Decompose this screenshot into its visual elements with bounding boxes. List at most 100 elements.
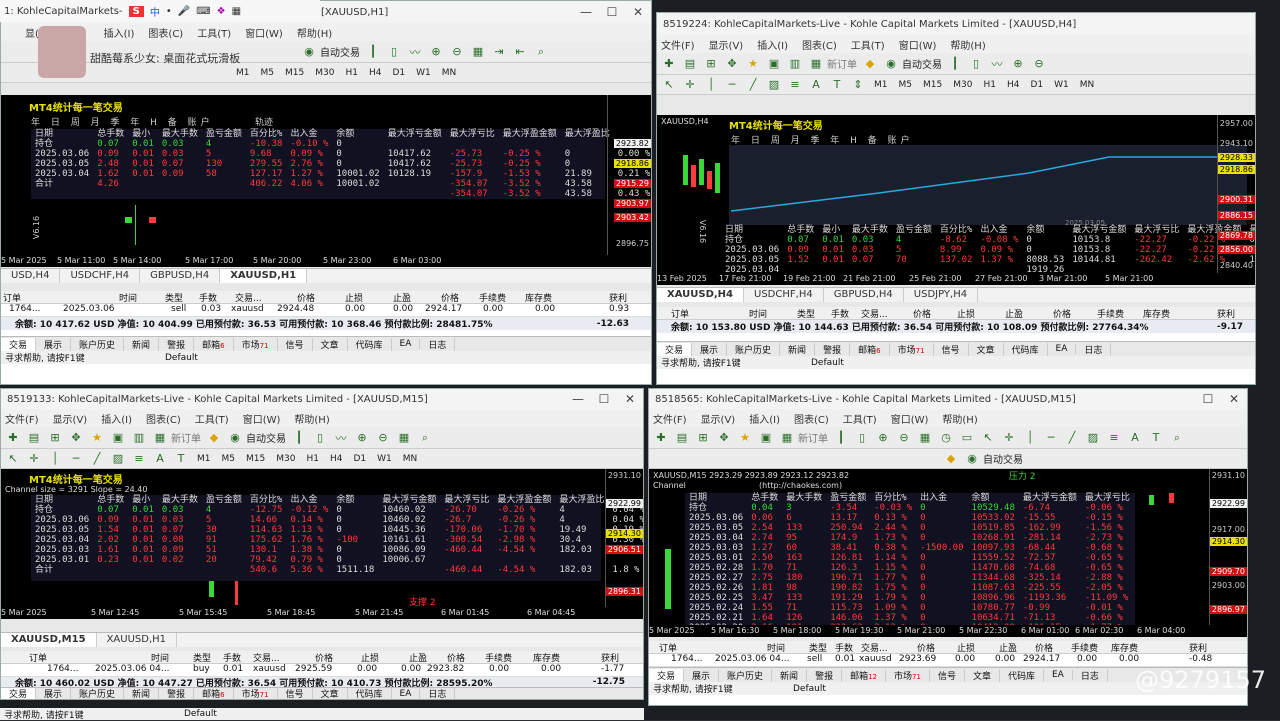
tab-articles[interactable]: 文章 <box>313 337 348 351</box>
line-chart-icon[interactable]: 〰 <box>407 44 423 60</box>
tab-journal[interactable]: 日志 <box>1073 668 1108 682</box>
menu-item[interactable]: 工具(T) <box>197 25 231 40</box>
new-chart-icon[interactable]: ✚ <box>5 430 21 446</box>
tab-exposure[interactable]: 展示 <box>36 688 72 699</box>
terminal-icon[interactable]: ▣ <box>110 430 126 446</box>
tab-signals[interactable]: 信号 <box>278 337 313 351</box>
tab-mailbox[interactable]: 邮箱6 <box>194 337 234 351</box>
tab-articles[interactable]: 文章 <box>313 688 348 699</box>
label-icon[interactable]: T <box>829 77 845 93</box>
trendline-icon[interactable]: ╱ <box>1064 430 1080 446</box>
tf-w1[interactable]: W1 <box>413 68 434 78</box>
candle-chart-icon[interactable]: ▯ <box>312 430 328 446</box>
col-tp[interactable]: 止盈 <box>393 291 411 304</box>
col-swap[interactable]: 库存费 <box>525 291 552 304</box>
cursor-icon[interactable]: ↖ <box>980 430 996 446</box>
col-time[interactable]: 时间 <box>749 307 767 320</box>
tab-alerts[interactable]: 警报 <box>159 688 195 699</box>
tf-m30[interactable]: M30 <box>950 80 975 90</box>
trendline-icon[interactable]: ╱ <box>745 77 761 93</box>
sogou-icon[interactable]: S <box>128 5 144 17</box>
symbol-tab[interactable]: USDCHF,H4 <box>60 269 141 283</box>
tf-m30[interactable]: M30 <box>312 68 337 78</box>
tile-icon[interactable]: ▦ <box>396 430 412 446</box>
tab-codebase[interactable]: 代码库 <box>1000 668 1044 682</box>
tab-market[interactable]: 市场71 <box>234 688 278 699</box>
zoom-in-icon[interactable]: ⊕ <box>428 44 444 60</box>
text-icon[interactable]: A <box>152 451 168 467</box>
chart-xauusd-h1[interactable]: MT4统计每一笔交易 年 日 周 月 季 年 H 备 账户 轨迹 日期 总手数 … <box>1 95 651 267</box>
col-time[interactable]: 时间 <box>767 641 785 654</box>
col-swap[interactable]: 库存费 <box>1111 641 1138 654</box>
auto-trade-button[interactable]: ◉ 自动交易 <box>227 430 286 446</box>
trendline-icon[interactable]: ╱ <box>89 451 105 467</box>
tf-m30[interactable]: M30 <box>273 454 298 464</box>
tf-w1[interactable]: W1 <box>1051 80 1072 90</box>
tab-signals[interactable]: 信号 <box>930 668 965 682</box>
ime-chinese-icon[interactable]: 中 <box>150 4 160 19</box>
menu-item[interactable]: 文件(F) <box>661 37 695 52</box>
bar-chart-icon[interactable]: ┃ <box>947 56 963 72</box>
profiles-icon[interactable]: ▤ <box>682 56 698 72</box>
auto-trade-button[interactable]: ◉ 自动交易 <box>301 44 360 60</box>
menu-item[interactable]: 显示(V) <box>709 37 744 52</box>
col-lots[interactable]: 手数 <box>835 641 853 654</box>
maximize-icon[interactable]: ☐ <box>599 5 625 19</box>
menu-item[interactable]: 显示(V) <box>701 411 736 426</box>
menu-item[interactable]: 窗口(W) <box>899 37 937 52</box>
tf-h1[interactable]: H1 <box>342 68 361 78</box>
tf-mn[interactable]: MN <box>439 68 460 78</box>
tab-trade[interactable]: 交易 <box>1 337 37 351</box>
menu-item[interactable]: 工具(T) <box>851 37 885 52</box>
maximize-icon[interactable]: ☐ <box>591 392 617 406</box>
close-icon[interactable]: ✕ <box>625 5 651 19</box>
col-time[interactable]: 时间 <box>119 291 137 304</box>
market-watch-icon[interactable]: ⊞ <box>703 56 719 72</box>
tf-m5[interactable]: M5 <box>896 80 916 90</box>
hline-icon[interactable]: ─ <box>724 77 740 93</box>
fibo-icon[interactable]: ≡ <box>787 77 803 93</box>
symbol-tab[interactable]: USDJPY,H4 <box>904 288 979 302</box>
tab-exposure[interactable]: 展示 <box>36 337 72 351</box>
new-order-button[interactable]: ▦ 新订单 <box>808 56 857 72</box>
auto-trade-button[interactable]: ◉ 自动交易 <box>964 451 1023 467</box>
col-order[interactable]: 订单 <box>29 651 47 664</box>
tile-icon[interactable]: ▦ <box>470 44 486 60</box>
metaeditor-icon[interactable]: ◆ <box>862 56 878 72</box>
chart-xauusd-m15-b[interactable]: XAUUSD,M15 2923.29 2923.89 2923.12 2923.… <box>649 469 1247 637</box>
menu-item[interactable]: 图表(C) <box>794 411 829 426</box>
tf-d1[interactable]: D1 <box>1027 80 1046 90</box>
col-swap[interactable]: 库存费 <box>1143 307 1170 320</box>
favorites-icon[interactable]: ★ <box>745 56 761 72</box>
col-order[interactable]: 订单 <box>671 307 689 320</box>
tf-h4[interactable]: H4 <box>327 454 346 464</box>
col-order[interactable]: 订单 <box>659 641 677 654</box>
tab-journal[interactable]: 日志 <box>420 688 456 699</box>
col-profit[interactable]: 获利 <box>1189 641 1207 654</box>
tf-h4[interactable]: H4 <box>1004 80 1023 90</box>
line-chart-icon[interactable]: 〰 <box>989 56 1005 72</box>
autoscroll-icon[interactable]: ⇥ <box>491 44 507 60</box>
cursor-icon[interactable]: ↖ <box>661 77 677 93</box>
candle-chart-icon[interactable]: ▯ <box>854 430 870 446</box>
symbol-tab[interactable]: GBPUSD,H4 <box>140 269 221 283</box>
menu-item[interactable]: 显示(V) <box>53 411 88 426</box>
col-tp[interactable]: 止盈 <box>1005 307 1023 320</box>
tile-icon[interactable]: ▦ <box>917 430 933 446</box>
skin-icon[interactable]: ❖ <box>217 6 226 17</box>
navigator-icon[interactable]: ✥ <box>724 56 740 72</box>
tf-m15[interactable]: M15 <box>282 68 307 78</box>
tf-d1[interactable]: D1 <box>389 68 408 78</box>
tf-m1[interactable]: M1 <box>194 454 214 464</box>
zoom-out-icon[interactable]: ⊖ <box>1031 56 1047 72</box>
profiles-icon[interactable]: ▤ <box>26 430 42 446</box>
tab-history[interactable]: 账户历史 <box>71 688 125 699</box>
chart-xauusd-h4[interactable]: XAUUSD,H4 MT4统计每一笔交易 年 日 周 月 季 年 H 备 账户 … <box>657 115 1255 285</box>
hline-icon[interactable]: ─ <box>1043 430 1059 446</box>
tester-icon[interactable]: ▥ <box>131 430 147 446</box>
metaeditor-icon[interactable]: ◆ <box>206 430 222 446</box>
keyboard-icon[interactable]: ⌨ <box>196 6 210 17</box>
profiles-icon[interactable]: ▤ <box>674 430 690 446</box>
tf-w1[interactable]: W1 <box>374 454 395 464</box>
minimize-icon[interactable]: — <box>565 392 591 406</box>
